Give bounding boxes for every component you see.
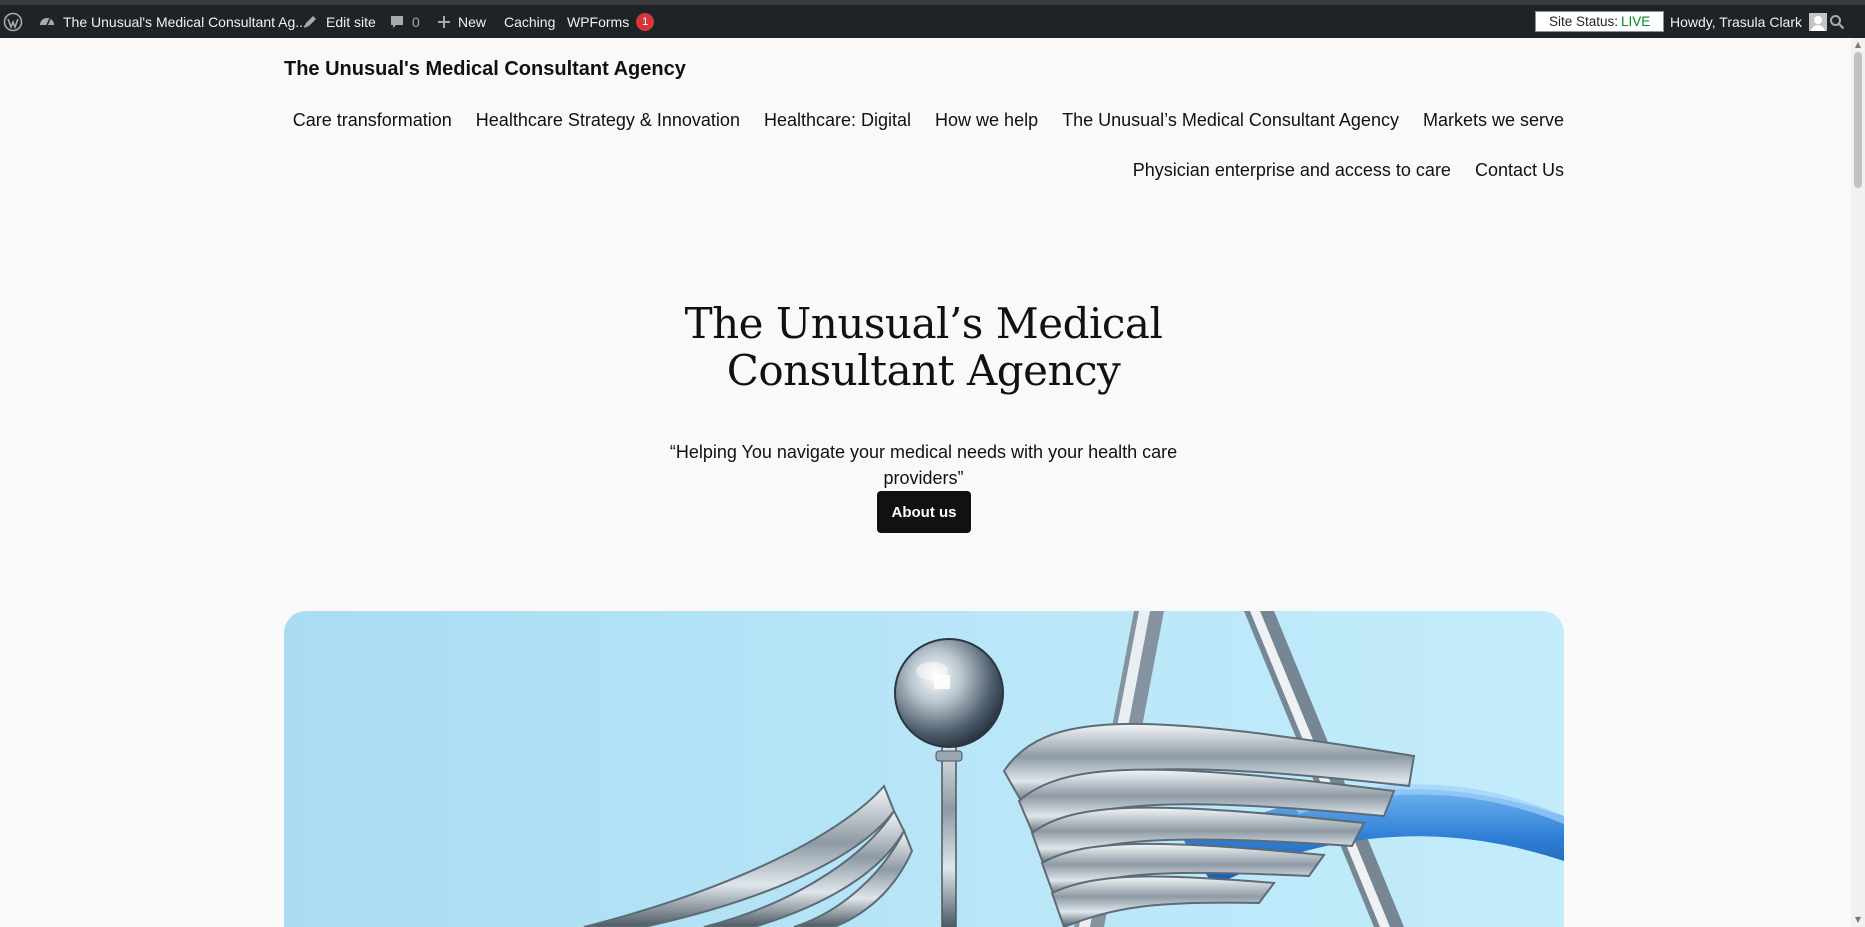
site-status-button[interactable]: Site Status: LIVE	[1535, 11, 1665, 32]
caching-menu[interactable]: Caching	[504, 5, 555, 38]
caduceus-stethoscope-image	[284, 611, 1564, 927]
new-label: New	[458, 13, 487, 30]
site-status-label: Site Status:	[1549, 14, 1619, 29]
admin-bar-site-name[interactable]: The Unusual's Medical Consultant Ag...	[38, 5, 307, 38]
caduceus-illustration	[284, 611, 1564, 927]
scroll-up-arrow-icon[interactable]: ▲	[1853, 40, 1863, 50]
caching-label: Caching	[504, 13, 556, 30]
nav-item-how-we-help[interactable]: How we help	[935, 102, 1038, 152]
dashboard-icon	[38, 13, 56, 31]
site-status-value: LIVE	[1621, 14, 1651, 29]
wordpress-logo-button[interactable]	[3, 5, 23, 38]
nav-item-markets-we-serve[interactable]: Markets we serve	[1423, 102, 1564, 152]
primary-navigation: Care transformation Healthcare Strategy …	[284, 102, 1564, 202]
comments-count: 0	[412, 13, 420, 30]
admin-bar: The Unusual's Medical Consultant Ag... E…	[0, 5, 1865, 38]
admin-search-button[interactable]	[1829, 5, 1845, 38]
edit-site-label: Edit site	[326, 13, 376, 30]
greeting-label: Howdy, Trasula Clark	[1670, 13, 1803, 30]
site-title[interactable]: The Unusual's Medical Consultant Agency	[284, 58, 686, 81]
wpforms-menu[interactable]: WPForms 1	[567, 5, 655, 38]
nav-item-agency[interactable]: The Unusual’s Medical Consultant Agency	[1062, 102, 1399, 152]
pencil-icon	[301, 13, 319, 31]
comment-icon	[389, 14, 405, 30]
hero-subtitle: “Helping You navigate your medical needs…	[669, 442, 1178, 488]
wpforms-notification-badge: 1	[636, 12, 655, 31]
my-account-menu[interactable]: Howdy, Trasula Clark	[1670, 5, 1828, 38]
admin-bar-site-name-label: The Unusual's Medical Consultant Ag...	[63, 13, 307, 30]
wordpress-logo-icon	[3, 12, 23, 32]
about-us-button[interactable]: About us	[877, 491, 971, 533]
search-icon	[1829, 14, 1845, 30]
nav-item-healthcare-digital[interactable]: Healthcare: Digital	[764, 102, 911, 152]
page-scrollbar[interactable]: ▲ ▼	[1851, 38, 1865, 927]
nav-item-care-transformation[interactable]: Care transformation	[293, 102, 452, 152]
new-content-button[interactable]: New	[437, 5, 486, 38]
nav-item-physician-enterprise[interactable]: Physician enterprise and access to care	[1133, 152, 1451, 202]
comments-button[interactable]: 0	[389, 5, 420, 38]
nav-item-contact-us[interactable]: Contact Us	[1475, 152, 1564, 202]
scroll-down-arrow-icon[interactable]: ▼	[1853, 915, 1863, 925]
scrollbar-thumb[interactable]	[1854, 52, 1862, 188]
avatar	[1809, 12, 1828, 31]
nav-item-healthcare-strategy[interactable]: Healthcare Strategy & Innovation	[476, 102, 740, 152]
hero-title: The Unusual’s Medical Consultant Agency	[684, 299, 1163, 395]
edit-site-button[interactable]: Edit site	[301, 5, 376, 38]
plus-icon	[437, 15, 451, 29]
wpforms-label: WPForms	[567, 13, 630, 30]
